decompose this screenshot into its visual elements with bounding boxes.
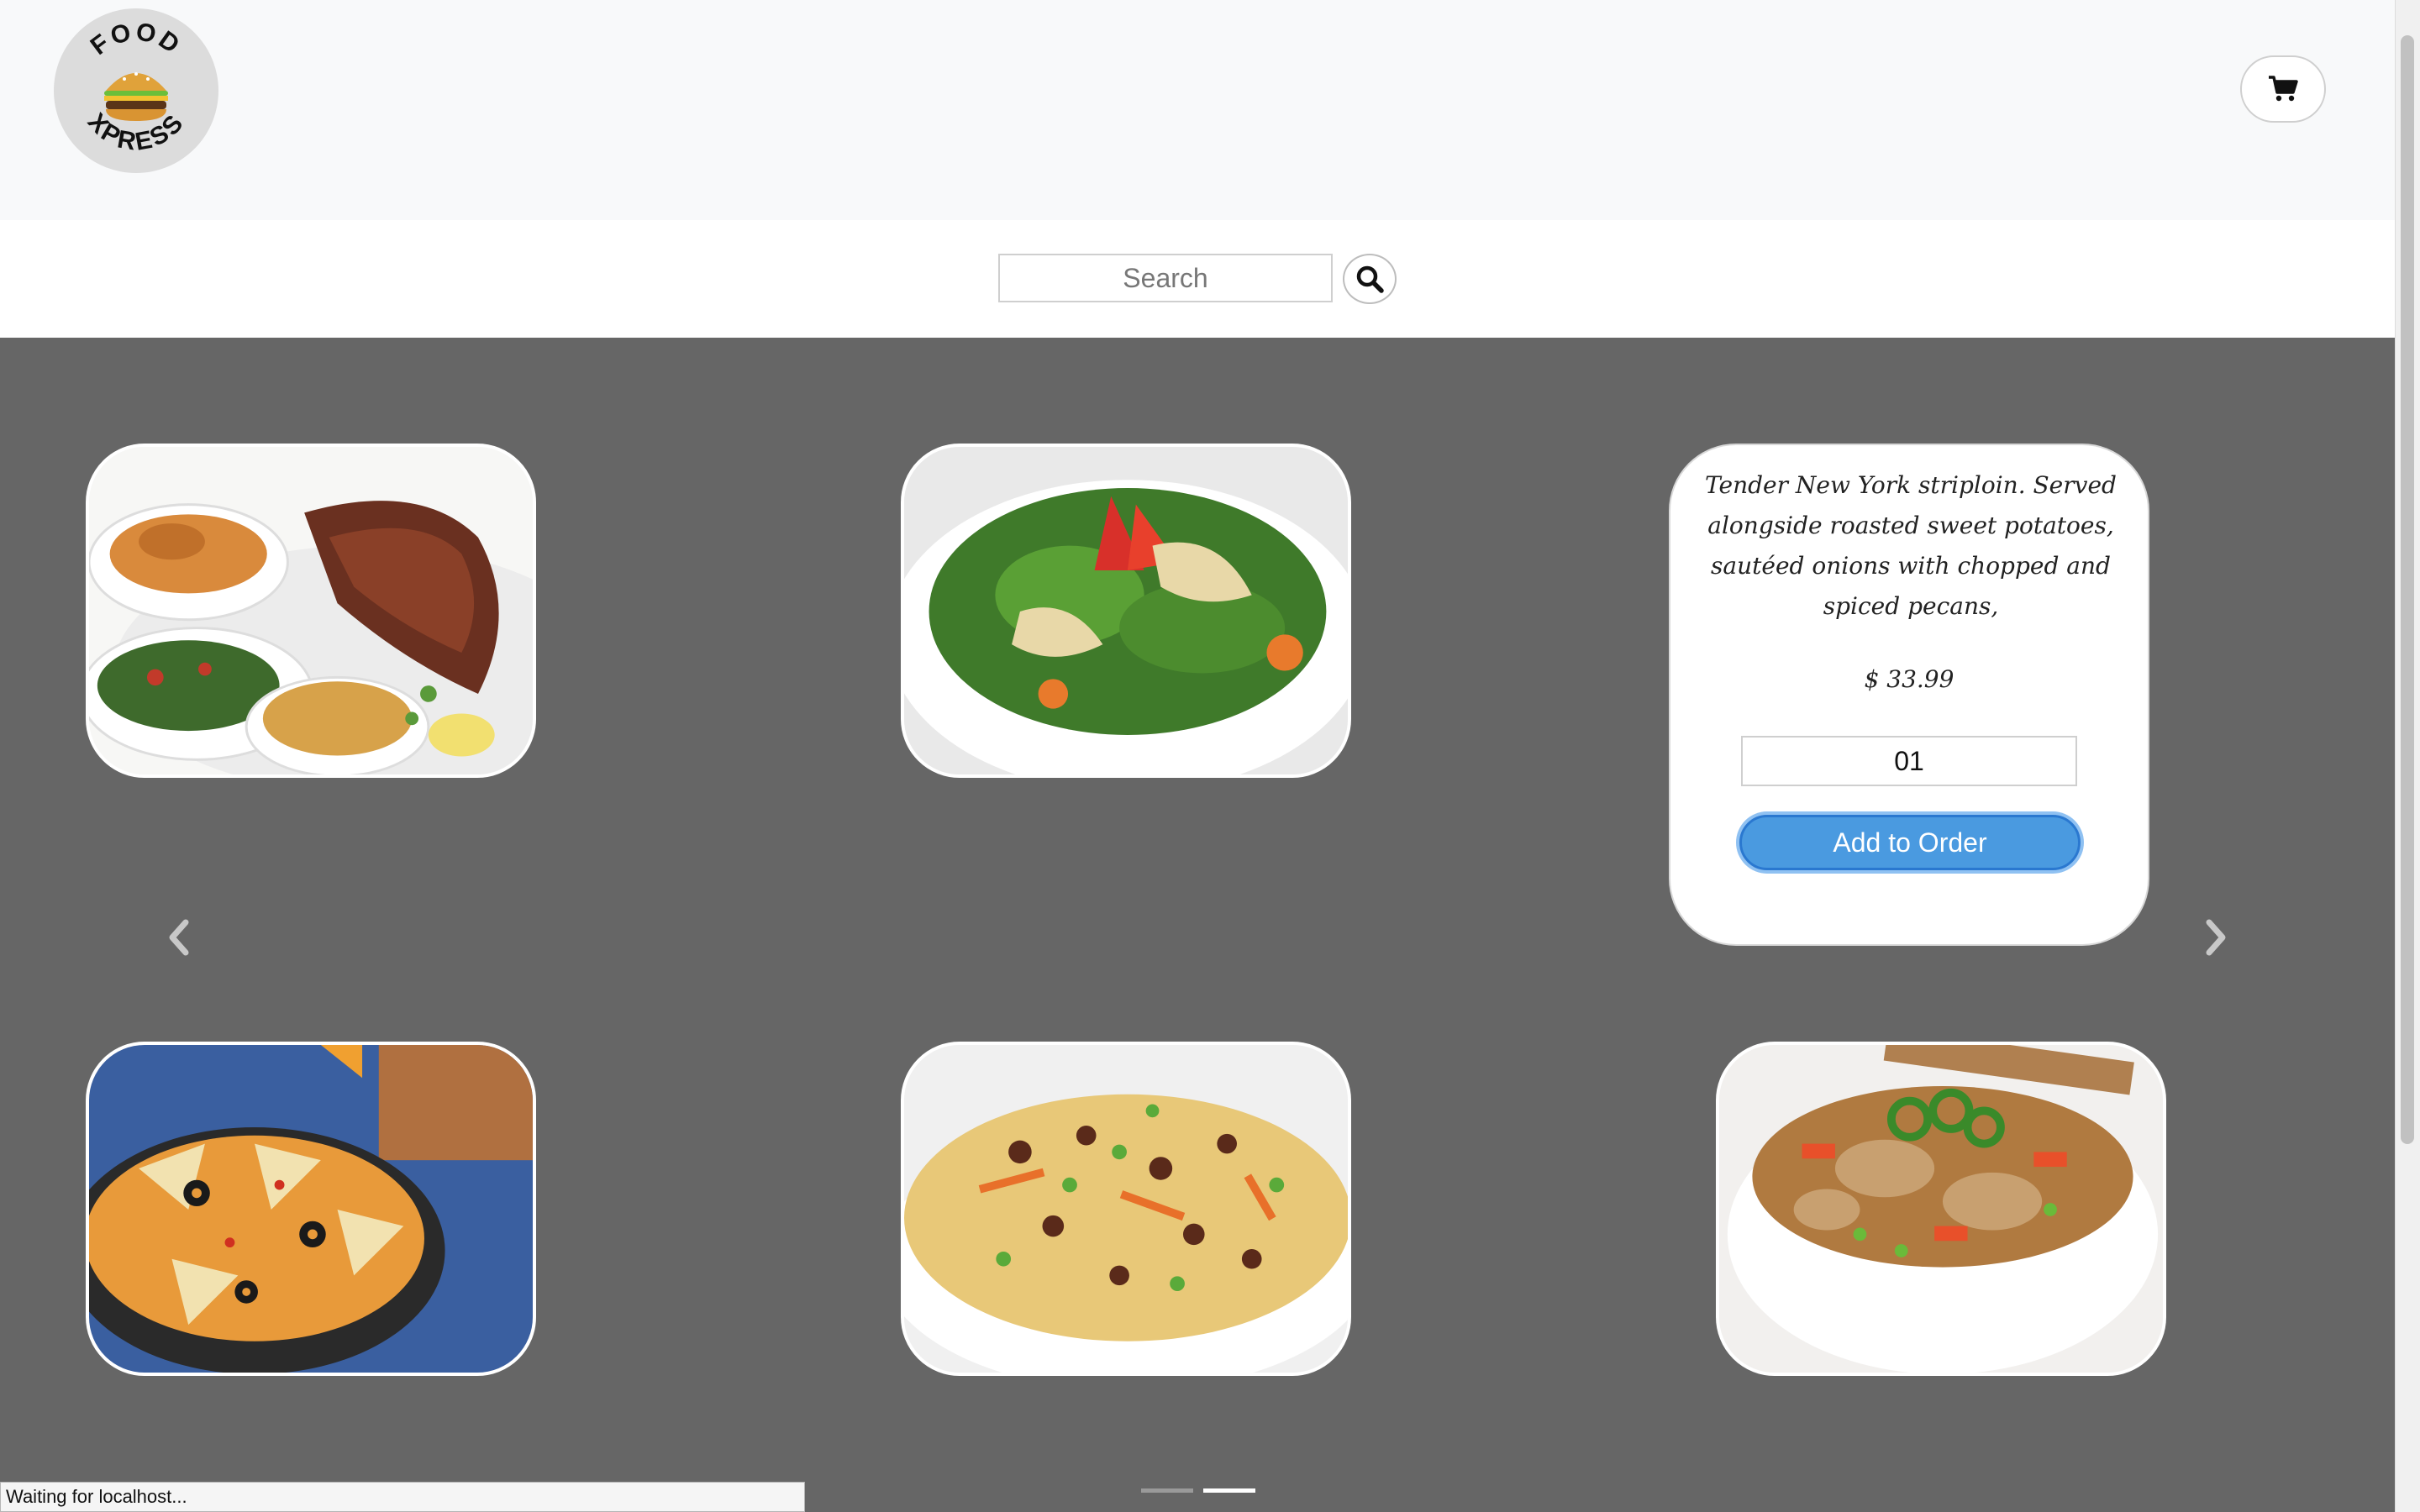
carousel-indicator-2[interactable]	[1203, 1488, 1255, 1493]
carousel-indicator-1[interactable]	[1141, 1488, 1193, 1493]
couscous-salad-image	[904, 1045, 1348, 1373]
chevron-left-icon	[169, 919, 189, 956]
quantity-field[interactable]	[1741, 736, 2077, 786]
salmon-platter-image	[89, 447, 533, 774]
item-description: Tender New York striploin. Served alongs…	[1705, 471, 2117, 620]
carousel-prev-button[interactable]	[163, 912, 197, 963]
chicken-stir-fry-image	[1719, 1045, 2163, 1373]
cart-button[interactable]	[2240, 55, 2326, 123]
green-salad-image	[904, 447, 1348, 774]
nachos-image	[89, 1045, 533, 1373]
shopping-cart-icon	[2269, 76, 2298, 102]
menu-item-salmon-platter[interactable]	[86, 444, 536, 778]
food-xpress-logo[interactable]: FOOD XPRESS	[54, 8, 218, 173]
search-input[interactable]	[998, 254, 1333, 302]
search-bar	[0, 220, 2395, 338]
browser-status-bar: Waiting for localhost...	[0, 1482, 805, 1512]
menu-item-nachos[interactable]	[86, 1042, 536, 1376]
item-price: $ 33.99	[1864, 665, 1954, 693]
search-button[interactable]	[1343, 254, 1397, 304]
search-icon	[1356, 265, 1384, 293]
menu-item-couscous-salad[interactable]	[901, 1042, 1351, 1376]
add-to-order-button[interactable]: Add to Order	[1739, 815, 2081, 870]
burger-icon: FOOD XPRESS	[82, 18, 188, 156]
svg-text:FOOD: FOOD	[86, 18, 187, 60]
menu-item-detail-card: Tender New York striploin. Served alongs…	[1669, 444, 2149, 946]
scrollbar-thumb[interactable]	[2401, 35, 2414, 1144]
page-scrollbar[interactable]	[2395, 0, 2420, 1512]
header-bar: FOOD XPRESS	[0, 0, 2395, 220]
menu-item-chicken-stir-fry[interactable]	[1716, 1042, 2166, 1376]
menu-item-green-salad[interactable]	[901, 444, 1351, 778]
carousel-next-button[interactable]	[2198, 912, 2232, 963]
chevron-right-icon	[2206, 919, 2226, 956]
